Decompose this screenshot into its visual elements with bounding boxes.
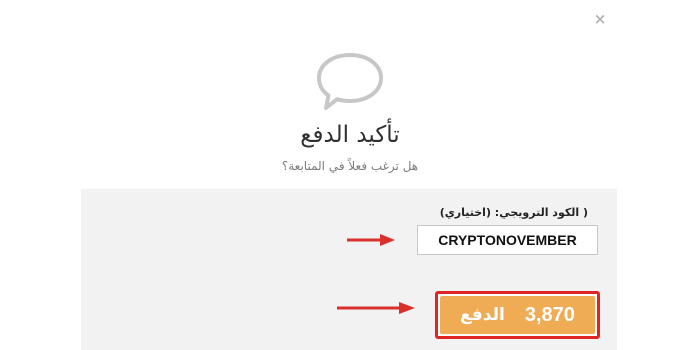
coupon-label: ( الكود الترويجي: (اختياري)	[439, 206, 588, 219]
pay-button-label: الدفع	[460, 305, 505, 325]
speech-bubble-icon	[317, 53, 383, 110]
pay-button-highlight: الدفع 3,870	[435, 291, 600, 339]
pay-button[interactable]: الدفع 3,870	[440, 296, 595, 334]
dialog-title: تأكيد الدفع	[300, 122, 400, 148]
dialog-subtitle: هل ترغب فعلاً في المتابعة؟	[281, 159, 419, 173]
arrow-right-icon	[337, 302, 415, 314]
payment-panel: ( الكود الترويجي: (اختياري) الدفع 3,870	[81, 189, 617, 350]
arrow-right-icon	[347, 234, 395, 246]
pay-amount: 3,870	[524, 303, 575, 326]
coupon-input[interactable]	[417, 225, 598, 255]
close-button[interactable]: ×	[591, 10, 609, 28]
